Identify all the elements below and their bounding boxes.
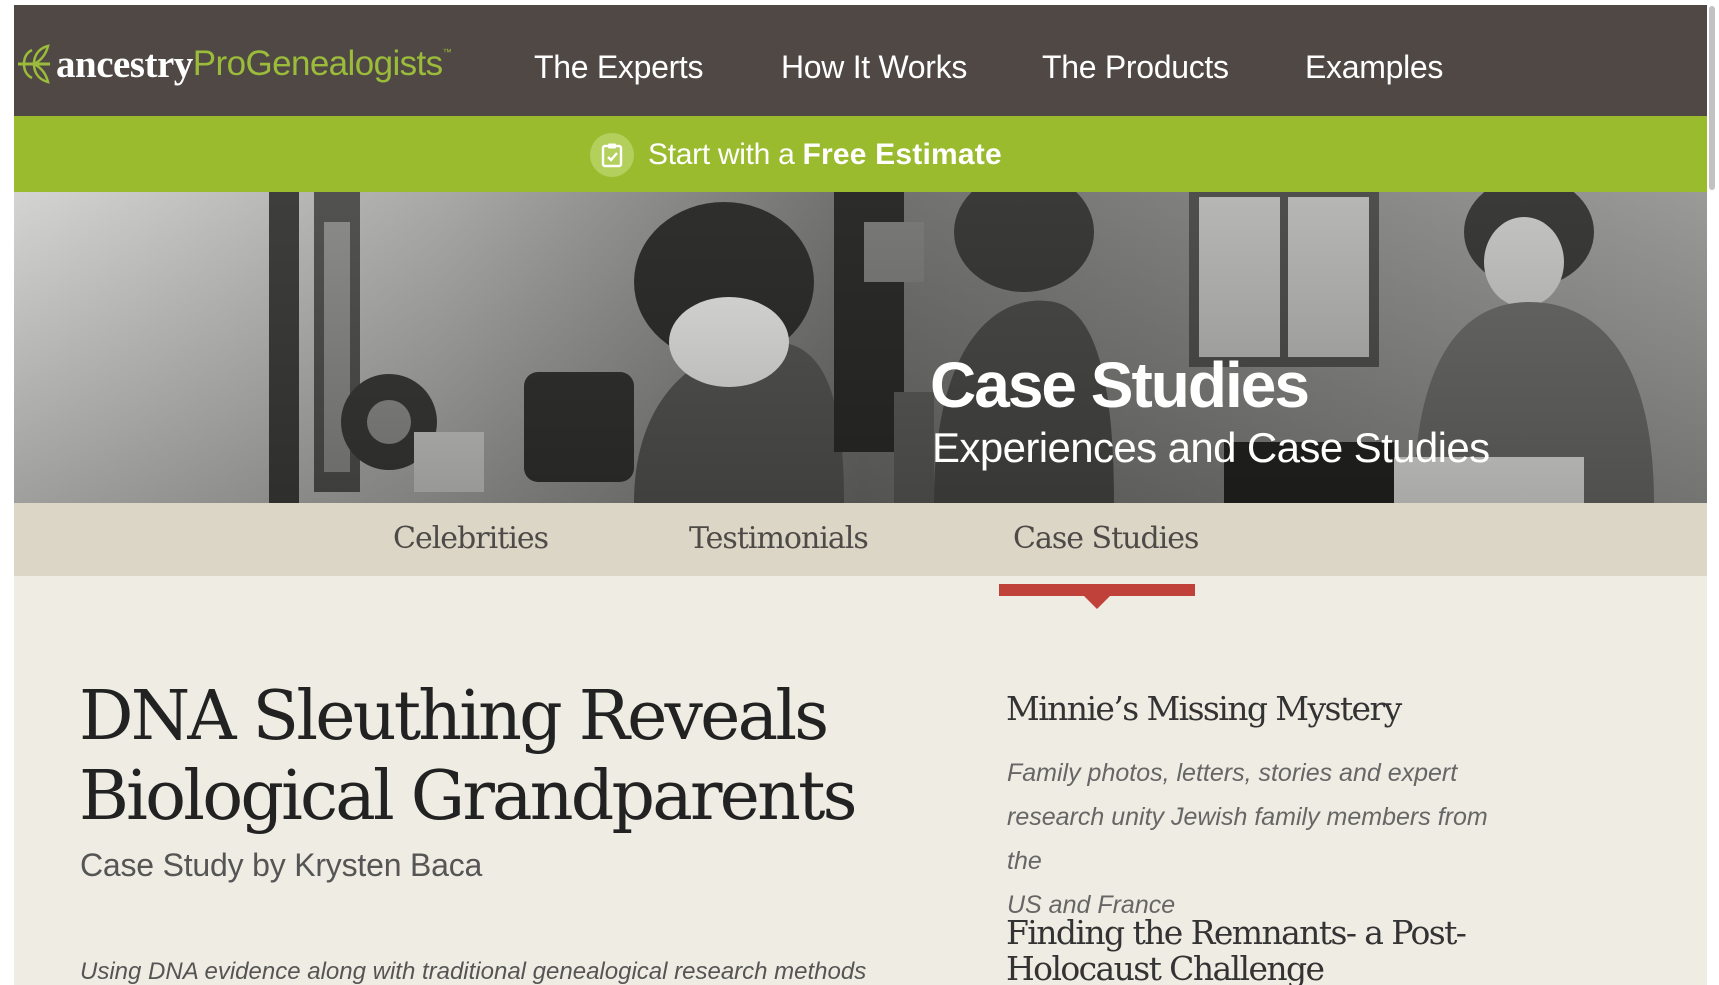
hero-title: Case Studies [930,349,1310,421]
free-estimate-bar: Start with a Free Estimate [14,116,1707,192]
vertical-scrollbar[interactable] [1707,0,1719,985]
article-title: DNA Sleuthing Reveals Biological Grandpa… [79,677,939,837]
related-case-study-title[interactable]: Minnie’s Missing Mystery [1006,691,1402,727]
section-tabs: Celebrities Testimonials Case Studies [14,503,1707,576]
article-title-line: Biological Grandparents [79,757,858,836]
title-line: Finding the Remnants- a Post- [1006,913,1467,952]
scrollbar-thumb[interactable] [1709,6,1715,190]
related-case-study-description: Family photos, letters, stories and expe… [1007,751,1527,927]
hero-subtitle: Experiences and Case Studies [932,424,1490,471]
active-tab-arrow [1084,596,1110,609]
top-navigation: ancestry ProGenealogists ™ The Experts H… [14,5,1707,116]
ancestry-progenealogists-logo[interactable]: ancestry ProGenealogists ™ [14,39,452,89]
nav-item-how-it-works[interactable]: How It Works [781,49,967,86]
leaf-icon [18,44,50,84]
logo-text-ancestry: ancestry [56,42,193,86]
article-byline: Case Study by Krysten Baca [80,847,483,883]
page: ancestry ProGenealogists ™ The Experts H… [14,5,1707,985]
related-case-study-title[interactable]: Finding the Remnants- a Post- Holocaust … [1006,913,1467,985]
article-title-line: DNA Sleuthing Reveals [79,677,829,756]
title-line: Holocaust Challenge [1006,949,1325,985]
free-estimate-link[interactable]: Start with a Free Estimate [590,132,1002,178]
logo-text-progenealogists: ProGenealogists [192,44,443,83]
estimate-emphasis-text: Free Estimate [802,138,1002,171]
article-intro: Using DNA evidence along with traditiona… [80,958,867,985]
logo-trademark: ™ [442,47,452,57]
active-tab-indicator [999,584,1195,596]
nav-item-the-experts[interactable]: The Experts [534,49,704,86]
estimate-prefix-text: Start with a [648,138,795,171]
nav-item-the-products[interactable]: The Products [1042,49,1229,86]
description-line: Family photos, letters, stories and expe… [1007,759,1458,787]
clipboard-check-icon [590,133,634,177]
hero-banner: Case Studies Experiences and Case Studie… [14,192,1707,503]
tab-case-studies[interactable]: Case Studies [1013,521,1199,556]
tab-celebrities[interactable]: Celebrities [393,521,549,556]
description-line: research unity Jewish family members fro… [1007,803,1488,875]
tab-testimonials[interactable]: Testimonials [689,521,869,556]
nav-item-examples[interactable]: Examples [1305,49,1443,86]
